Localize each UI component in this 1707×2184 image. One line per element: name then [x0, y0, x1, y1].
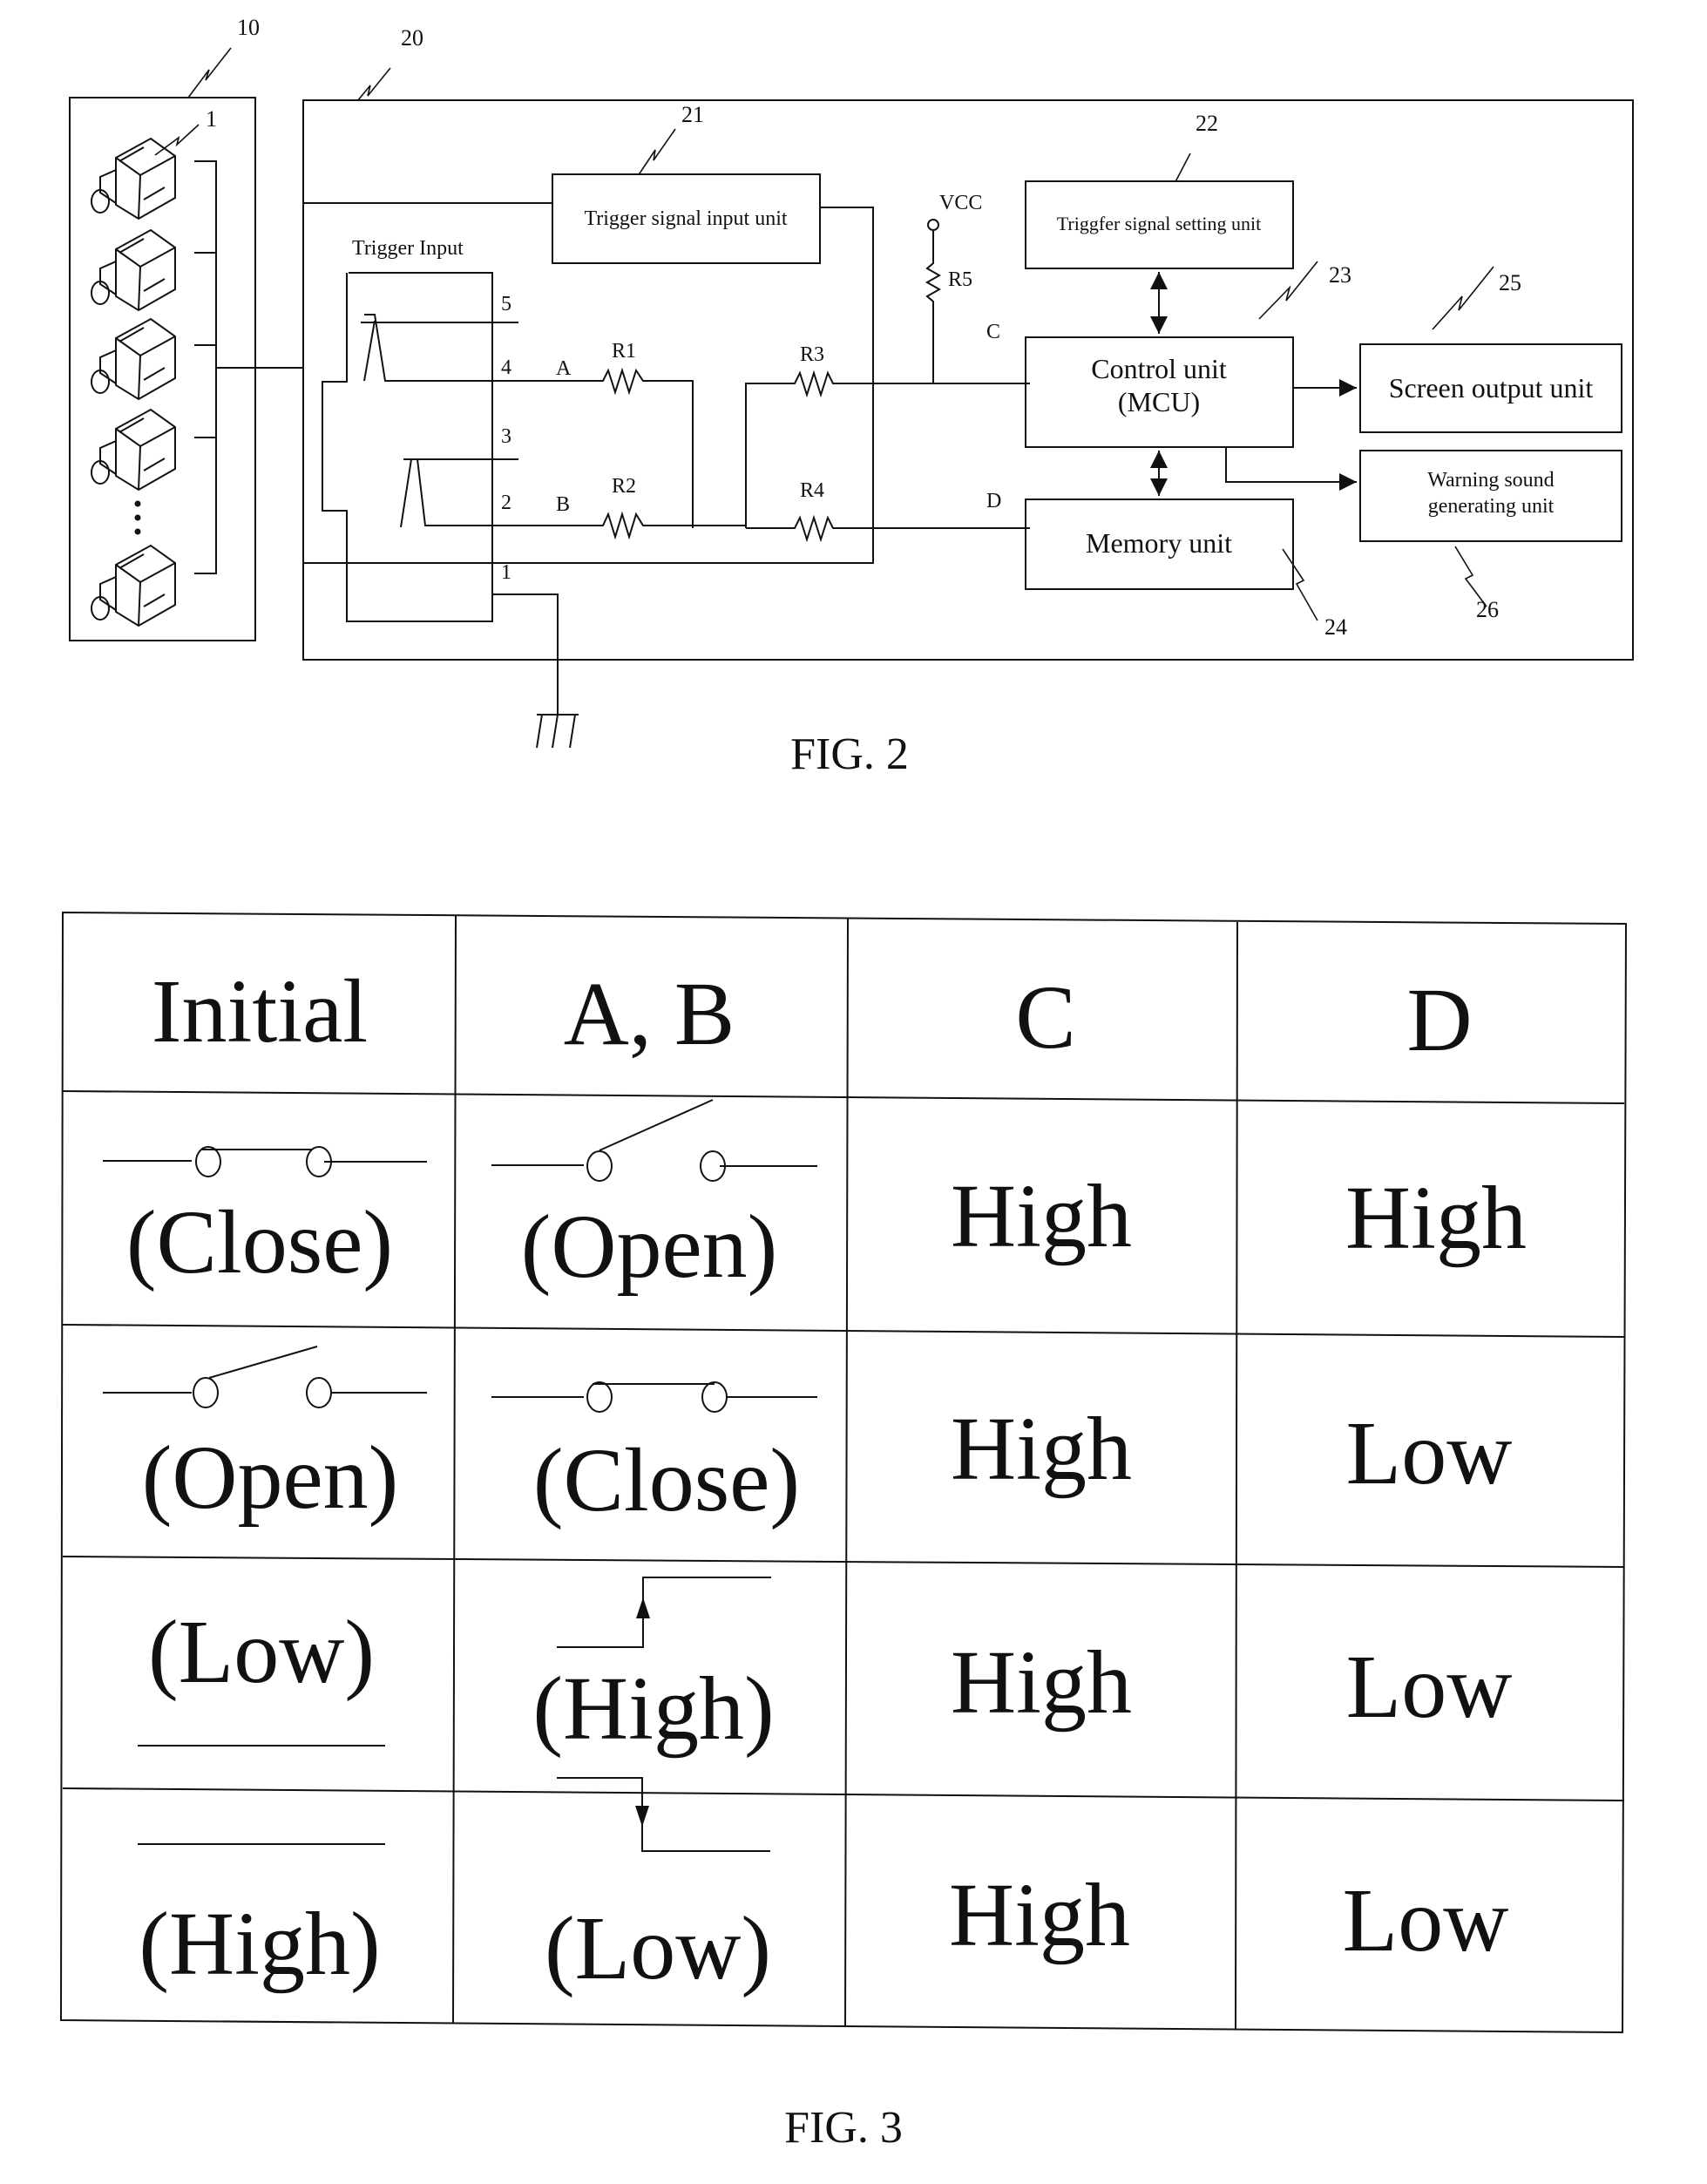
signal-d-label: D	[986, 490, 1001, 512]
cell-ab: (High)	[532, 1658, 774, 1759]
ground-icon	[536, 714, 579, 749]
switch-open-icon	[103, 1346, 427, 1408]
switch-open-icon	[491, 1099, 817, 1182]
ref-26: 26	[1476, 597, 1499, 622]
header-c: C	[1015, 967, 1075, 1068]
pin-1: 1	[501, 561, 511, 584]
control-unit-mcu-label: (MCU)	[1118, 386, 1200, 417]
cell-initial: (Open)	[142, 1428, 399, 1528]
header-initial: Initial	[152, 961, 368, 1061]
fig2-caption: FIG. 2	[790, 729, 909, 779]
signal-a-label: A	[556, 357, 572, 380]
cell-c: High	[951, 1166, 1132, 1266]
signal-c-label: C	[986, 321, 1000, 343]
ref-10: 10	[237, 15, 260, 40]
rising-edge-icon	[557, 1577, 771, 1648]
control-unit-label: Control unit	[1091, 353, 1227, 384]
cell-initial: (High)	[139, 1894, 380, 1994]
warning-sound-label-2: generating unit	[1428, 495, 1555, 518]
screen-output-unit-label: Screen output unit	[1389, 372, 1594, 404]
ref-20: 20	[401, 25, 423, 51]
cell-ab: (Close)	[533, 1430, 800, 1530]
fig2-diagram: 10 20 1 21 Trigger signal input unit Tri…	[69, 15, 1634, 749]
header-ab: A, B	[564, 964, 735, 1064]
fig3-caption: FIG. 3	[784, 2103, 903, 2153]
trigger-input-label-text: Trigger Input	[352, 237, 464, 260]
cell-d: High	[1345, 1168, 1527, 1268]
cell-d: Low	[1346, 1637, 1513, 1737]
ref-21: 21	[681, 102, 704, 127]
pin-5: 5	[501, 293, 511, 315]
header-d: D	[1406, 970, 1472, 1070]
pin-4: 4	[501, 356, 511, 379]
fig3-truth-table: Initial A, B C D (Close) (Open) High Hig…	[59, 911, 1628, 2034]
memory-unit-label: Memory unit	[1086, 527, 1232, 559]
r4-label: R4	[800, 479, 824, 502]
cell-initial: (Close)	[126, 1192, 393, 1292]
vcc-label: VCC	[939, 192, 982, 214]
leader-10	[187, 47, 232, 98]
cell-d: Low	[1346, 1403, 1513, 1503]
pin-2: 2	[501, 492, 511, 514]
pin-3: 3	[501, 425, 511, 448]
trigger-signal-input-unit-label: Trigger signal input unit	[584, 207, 787, 230]
ref-1: 1	[206, 106, 217, 132]
r3-label: R3	[800, 343, 824, 366]
patent-figure-sheet: 10 20 1 21 Trigger signal input unit Tri…	[59, 15, 1634, 2153]
cell-ab: (Open)	[521, 1197, 778, 1297]
switch-closed-icon	[103, 1146, 427, 1177]
table-row: (Low) (High) High Low	[138, 1577, 1512, 1759]
falling-edge-icon	[557, 1777, 770, 1852]
r1-label: R1	[612, 340, 636, 363]
ellipsis-dots-icon	[134, 500, 141, 535]
ref-23: 23	[1329, 262, 1351, 288]
cell-ab: (Low)	[545, 1898, 771, 1998]
trigger-signal-setting-unit-label: Triggfer signal setting unit	[1057, 213, 1261, 234]
cell-initial: (Low)	[148, 1602, 375, 1702]
warning-sound-label-1: Warning sound	[1427, 469, 1554, 492]
table-row: (High) (Low) High Low	[138, 1777, 1509, 1998]
ref-25: 25	[1499, 270, 1521, 295]
table-row: (Close) (Open) High High	[103, 1099, 1527, 1297]
cell-d: Low	[1343, 1870, 1509, 1970]
signal-b-label: B	[556, 493, 570, 516]
switch-closed-icon	[491, 1381, 817, 1413]
cell-c: High	[951, 1399, 1132, 1499]
cell-c: High	[951, 1632, 1132, 1733]
r5-label: R5	[948, 268, 972, 291]
table-row: (Open) (Close) High Low	[103, 1346, 1512, 1530]
cell-c: High	[949, 1865, 1130, 1965]
ref-22: 22	[1196, 111, 1218, 136]
r2-label: R2	[612, 475, 636, 498]
ref-24: 24	[1324, 614, 1347, 640]
